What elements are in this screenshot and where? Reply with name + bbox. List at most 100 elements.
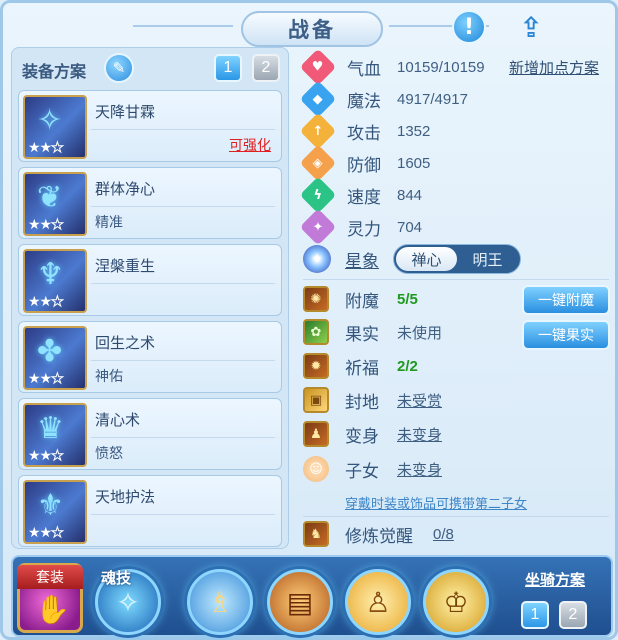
edit-icon[interactable]: ✎ [104, 53, 134, 83]
golden-figure-slot[interactable]: ♔ [423, 569, 489, 635]
feather-icon: ❦ ★★★ [23, 172, 87, 236]
stat-label: 攻击 [347, 123, 381, 144]
heart-icon: ♥ [299, 48, 337, 86]
title-ornament-left [133, 25, 233, 27]
extra-row-fief: ▣ 封地 未受赏 [303, 385, 442, 415]
skill-card[interactable]: ⚜ ★★★ 天地护法 [18, 475, 282, 547]
plan-page-1-button[interactable]: 1 [214, 54, 242, 82]
skill-name: 回生之术 [95, 334, 156, 352]
second-child-note[interactable]: 穿戴时装或饰品可携带第二子女 [345, 493, 527, 512]
scroll-slot[interactable]: ▤ [267, 569, 333, 635]
skill-name: 天降甘霖 [95, 103, 156, 121]
stat-label: 灵力 [347, 219, 381, 240]
bless-icon: ✹ [303, 353, 329, 379]
figure-slot[interactable]: ♗ [187, 569, 253, 635]
shield-icon: ⚜ ★★★ [23, 480, 87, 544]
skill-subtitle: 神佑 [95, 369, 123, 385]
plan-page-2-button[interactable]: 2 [252, 54, 280, 82]
skill-card[interactable]: ♆ ★★★ 涅槃重生 [18, 244, 282, 316]
skill-divider [91, 283, 275, 284]
star-sign-row: ✦ 星象 禅心 明王 [303, 243, 521, 275]
equipment-panel: 装备方案 ✎ 1 2 ✧ ★★★ 天降甘霖 可强化 ❦ ★★★ 群体净心 精准 ♆ ★… [11, 47, 289, 549]
extra-row-child: ☺ 子女 未变身 [303, 454, 442, 484]
stat-label: 魔法 [347, 91, 381, 112]
window-title: 战备 [241, 11, 383, 47]
cultivation-value[interactable]: 0/8 [433, 526, 454, 543]
defense-icon: ◈ [299, 144, 337, 182]
stat-value: 10159/10159 [397, 58, 485, 76]
stat-row-spirit: ✦ 灵力 704 [299, 208, 423, 246]
extra-value-link[interactable]: 未变身 [397, 459, 442, 480]
extra-label: 变身 [345, 426, 379, 447]
share-icon[interactable]: ⇪ [511, 10, 551, 44]
extra-row-enchant: ✺ 附魔 5/5 [303, 284, 418, 314]
mount-page-2-button[interactable]: 2 [559, 601, 587, 629]
cultivation-label: 修炼觉醒 [345, 526, 413, 547]
figure-icon: ♆ ★★★ [23, 249, 87, 313]
stat-label: 气血 [347, 59, 381, 80]
speed-icon: ϟ [299, 176, 337, 214]
extra-label: 果实 [345, 324, 379, 345]
extra-value-link[interactable]: 未变身 [397, 424, 442, 445]
skill-card[interactable]: ❦ ★★★ 群体净心 精准 [18, 167, 282, 239]
extra-row-fruit: ✿ 果实 未使用 [303, 317, 442, 347]
fief-icon: ▣ [303, 387, 329, 413]
soul-skill-label: 魂技 [101, 569, 132, 587]
stat-row-mp: ◆ 魔法 4917/4917 [299, 80, 468, 118]
stat-row-defense: ◈ 防御 1605 [299, 144, 430, 182]
heal-icon: ✤ ★★★ [23, 326, 87, 390]
child-icon: ☺ [303, 456, 329, 482]
transform-icon: ♟ [303, 421, 329, 447]
fruit-icon: ✿ [303, 319, 329, 345]
extra-value-link[interactable]: 未受赏 [397, 390, 442, 411]
stat-value: 1352 [397, 122, 431, 140]
one-click-enchant-button[interactable]: 一键附魔 [522, 285, 610, 315]
skill-list: ✧ ★★★ 天降甘霖 可强化 ❦ ★★★ 群体净心 精准 ♆ ★★★ 涅槃重生 ✤ ★★… [18, 90, 284, 552]
skill-subtitle: 精准 [95, 215, 123, 231]
skill-name: 涅槃重生 [95, 257, 156, 275]
skill-name: 天地护法 [95, 488, 156, 506]
enchant-icon: ✺ [303, 286, 329, 312]
skill-divider [91, 514, 275, 515]
skill-card[interactable]: ♛ ★★★ 清心术 愤怒 [18, 398, 282, 470]
extra-value: 未使用 [397, 324, 443, 342]
equipment-plan-label: 装备方案 [22, 62, 87, 81]
skill-divider [91, 206, 275, 207]
upgrade-link[interactable]: 可强化 [229, 135, 271, 155]
skill-divider [91, 360, 275, 361]
extra-row-transform: ♟ 变身 未变身 [303, 419, 442, 449]
star-sign-toggle[interactable]: 禅心 明王 [393, 244, 521, 274]
mount-page-1-button[interactable]: 1 [521, 601, 549, 629]
section-divider [303, 516, 609, 517]
stat-row-hp: ♥ 气血 10159/10159 [299, 48, 485, 86]
star-sign-option-zen[interactable]: 禅心 [396, 247, 457, 271]
extra-label: 祈福 [345, 358, 379, 379]
crown-icon: ♛ ★★★ [23, 403, 87, 467]
skill-divider [91, 437, 275, 438]
stat-value: 704 [397, 218, 423, 236]
mana-icon: ◆ [299, 80, 337, 118]
exclamation-icon[interactable]: ! [452, 10, 486, 44]
extra-row-bless: ✹ 祈福 2/2 [303, 351, 418, 381]
star-sign-option-king[interactable]: 明王 [457, 247, 518, 271]
star-sign-label[interactable]: 星象 [345, 247, 379, 272]
attack-icon: ↑ [299, 112, 337, 150]
extra-label: 封地 [345, 392, 379, 413]
spirit-icon: ✦ [299, 208, 337, 246]
section-divider [303, 279, 609, 280]
extra-value: 2/2 [397, 357, 418, 375]
skill-subtitle: 愤怒 [95, 446, 123, 462]
add-point-plan-link[interactable]: 新增加点方案 [509, 57, 599, 78]
monk-slot[interactable]: ♙ [345, 569, 411, 635]
skill-card[interactable]: ✧ ★★★ 天降甘霖 可强化 [18, 90, 282, 162]
mount-plan-label[interactable]: 坐骑方案 [525, 569, 585, 590]
combat-prep-window: 战备 ! ⇪ 装备方案 ✎ 1 2 ✧ ★★★ 天降甘霖 可强化 ❦ ★★★ 群体净… [0, 0, 618, 640]
one-click-fruit-button[interactable]: 一键果实 [522, 320, 610, 350]
skill-name: 群体净心 [95, 180, 156, 198]
stat-label: 速度 [347, 187, 381, 208]
skill-card[interactable]: ✤ ★★★ 回生之术 神佑 [18, 321, 282, 393]
cultivation-icon: ♞ [303, 521, 329, 547]
extra-label: 子女 [345, 461, 379, 482]
stat-value: 844 [397, 186, 423, 204]
extra-label: 附魔 [345, 291, 379, 312]
